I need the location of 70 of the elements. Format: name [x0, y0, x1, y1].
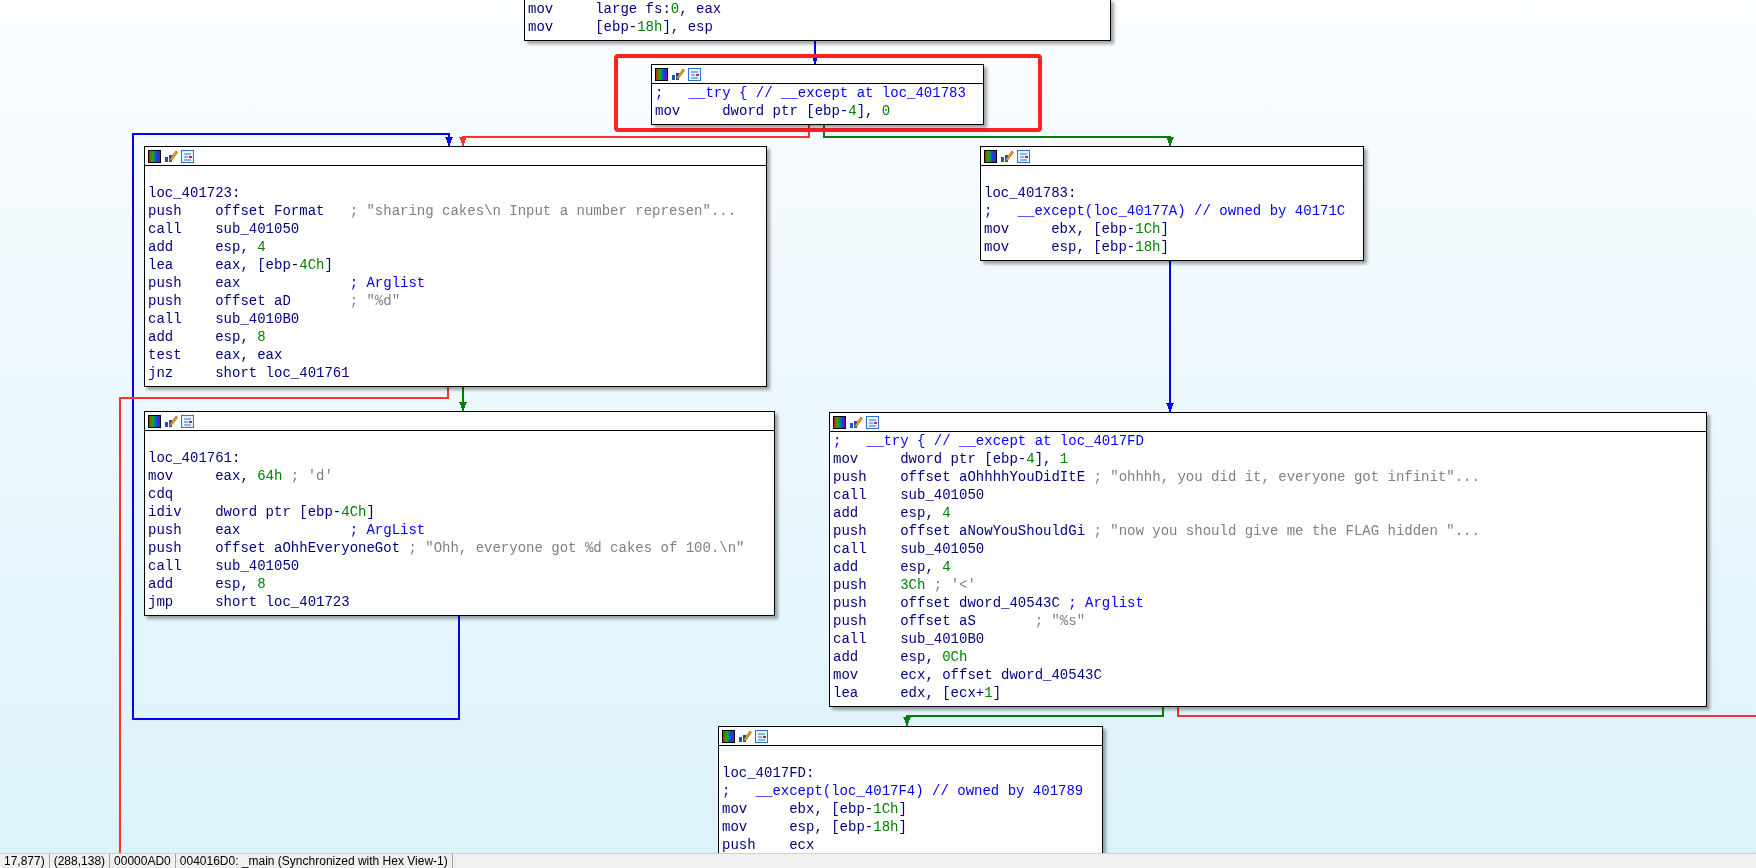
code-line: ; __except(loc_4017F4) // owned by 401789 — [722, 782, 1084, 800]
code-line: mov eax, 64h ; 'd' — [148, 467, 333, 485]
graph-icon[interactable] — [181, 414, 194, 428]
color-palette-icon[interactable] — [148, 414, 161, 428]
code-line: push offset Format ; "sharing cakes\n Input a number represen"... — [148, 202, 737, 220]
code-line: mov [ebp-18h], esp — [528, 18, 713, 36]
code-line: push eax ; Arglist — [148, 274, 426, 292]
code-line: loc_4017FD: — [722, 764, 815, 782]
pencil-icon[interactable] — [849, 415, 863, 429]
code-line: mov dword ptr [ebp-4], 0 — [655, 102, 891, 120]
code-line: mov esp, [ebp-18h] — [722, 818, 907, 836]
code-line: jmp short loc_401723 — [148, 593, 350, 611]
code-line: call sub_401050 — [148, 220, 300, 238]
code-line: loc_401783: — [984, 184, 1077, 202]
code-line: lea eax, [ebp-4Ch] — [148, 256, 333, 274]
code-line: push offset aOhhhhYouDidItE ; "ohhhh, you did it, everyone got infinit"... — [833, 468, 1480, 486]
code-line: push ecx — [722, 836, 815, 853]
color-palette-icon[interactable] — [833, 415, 846, 429]
code-line: mov dword ptr [ebp-4], 1 — [833, 450, 1069, 468]
code-line: add esp, 4 — [148, 238, 266, 256]
pencil-icon[interactable] — [1000, 149, 1014, 163]
code-line: cdq — [148, 485, 174, 503]
pencil-icon[interactable] — [671, 67, 685, 81]
graph-icon[interactable] — [181, 149, 194, 163]
code-line: call sub_401050 — [148, 557, 300, 575]
code-line: mov esp, [ebp-18h] — [984, 238, 1169, 256]
graph-icon[interactable] — [755, 729, 768, 743]
code-line: idiv dword ptr [ebp-4Ch] — [148, 503, 375, 521]
code-line: loc_401761: — [148, 449, 241, 467]
pencil-icon[interactable] — [164, 149, 178, 163]
code-line: call sub_401050 — [833, 540, 985, 558]
color-palette-icon[interactable] — [655, 67, 668, 81]
code-line: push offset aOhhEveryoneGot ; "Ohh, everyone got %d cakes of 100.\n" — [148, 539, 745, 557]
code-line: add esp, 4 — [833, 504, 951, 522]
status-text: 00000AD0 — [110, 854, 176, 868]
code-line: mov ebx, [ebp-1Ch] — [984, 220, 1169, 238]
code-line: loc_401723: — [148, 184, 241, 202]
code-line: add esp, 0Ch — [833, 648, 968, 666]
code-line: call sub_4010B0 — [833, 630, 985, 648]
code-line: push offset aNowYouShouldGi ; "now you should give me the FLAG hidden "... — [833, 522, 1480, 540]
graph-icon[interactable] — [688, 67, 701, 81]
code-line: push eax ; ArgList — [148, 521, 426, 539]
code-line: call sub_4010B0 — [148, 310, 300, 328]
color-palette-icon[interactable] — [722, 729, 735, 743]
code-line: push 3Ch ; '<' — [833, 576, 976, 594]
code-line: add esp, 8 — [148, 328, 266, 346]
status-text: 17,877) — [0, 854, 50, 868]
code-line: mov ecx, offset dword_40543C — [833, 666, 1102, 684]
code-line: jnz short loc_401761 — [148, 364, 350, 382]
code-line: ; __try { // __except at loc_401783 — [655, 84, 966, 102]
code-line: push offset dword_40543C ; Arglist — [833, 594, 1144, 612]
color-palette-icon[interactable] — [984, 149, 997, 163]
code-line: add esp, 8 — [148, 575, 266, 593]
code-line: mov large fs:0, eax — [528, 0, 722, 18]
graph-icon[interactable] — [1017, 149, 1030, 163]
code-line: push offset aS ; "%s" — [833, 612, 1086, 630]
code-line: push offset aD ; "%d" — [148, 292, 401, 310]
pencil-icon[interactable] — [738, 729, 752, 743]
code-line: test eax, eax — [148, 346, 283, 364]
code-line: ; __try { // __except at loc_4017FD — [833, 432, 1144, 450]
status-text: (288,138) — [49, 854, 111, 868]
code-line: lea edx, [ecx+1] — [833, 684, 1002, 702]
pencil-icon[interactable] — [164, 414, 178, 428]
graph-icon[interactable] — [866, 415, 879, 429]
code-line: mov ebx, [ebp-1Ch] — [722, 800, 907, 818]
color-palette-icon[interactable] — [148, 149, 161, 163]
code-line: call sub_401050 — [833, 486, 985, 504]
status-text: 004016D0: _main (Synchronized with Hex View-1) — [175, 854, 453, 868]
code-line: add esp, 4 — [833, 558, 951, 576]
code-line: ; __except(loc_40177A) // owned by 40171C — [984, 202, 1346, 220]
